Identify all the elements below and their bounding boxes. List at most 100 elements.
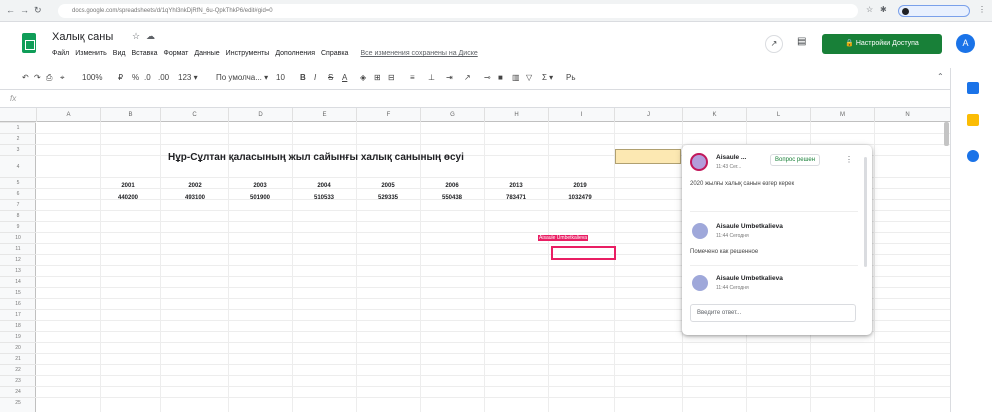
population-cell[interactable]: 510533 — [294, 195, 354, 201]
column-header[interactable]: I — [548, 108, 614, 122]
activity-dashboard-icon[interactable]: ↗ — [765, 35, 783, 53]
commented-cell[interactable] — [615, 149, 681, 164]
row-header[interactable]: 12 — [0, 254, 36, 265]
insert-link-icon[interactable]: ⊸ — [484, 73, 491, 82]
calendar-icon[interactable] — [967, 82, 979, 94]
menu-addons[interactable]: Дополнения — [275, 50, 315, 57]
menu-view[interactable]: Вид — [113, 50, 126, 57]
last-edit-link[interactable]: Все изменения сохранены на Диске — [360, 50, 477, 57]
year-cell[interactable]: 2001 — [98, 183, 158, 189]
browser-profile-button[interactable] — [898, 5, 970, 17]
merge-cells-icon[interactable]: ⊟ — [388, 73, 395, 82]
menu-data[interactable]: Данные — [194, 50, 219, 57]
paint-format-icon[interactable]: ⌖ — [60, 73, 65, 83]
text-color-button[interactable]: A — [342, 73, 347, 82]
column-header[interactable]: E — [292, 108, 356, 122]
print-icon[interactable]: ⎙ — [46, 73, 52, 83]
row-header[interactable]: 2 — [0, 133, 36, 144]
redo-icon[interactable]: ↷ — [34, 73, 41, 82]
population-cell[interactable]: 440200 — [98, 195, 158, 201]
address-bar[interactable]: docs.google.com/spreadsheets/d/1qYhl3nkD… — [58, 4, 858, 18]
tasks-icon[interactable] — [967, 150, 979, 162]
bookmark-star-icon[interactable]: ☆ — [866, 5, 873, 14]
currency-format-button[interactable]: ₽ — [118, 73, 123, 82]
population-cell[interactable]: 493100 — [165, 195, 225, 201]
row-header[interactable]: 5 — [0, 177, 36, 188]
column-header[interactable]: C — [160, 108, 228, 122]
row-header[interactable]: 9 — [0, 221, 36, 232]
share-button[interactable]: 🔒 Настройки Доступа — [822, 34, 942, 54]
increase-decimal-button[interactable]: .00 — [158, 73, 169, 82]
cloud-status-icon[interactable]: ☁ — [146, 31, 155, 42]
population-cell[interactable]: 529335 — [358, 195, 418, 201]
row-header[interactable]: 15 — [0, 287, 36, 298]
zoom-select[interactable]: 100% — [82, 73, 102, 82]
year-cell[interactable]: 2019 — [550, 183, 610, 189]
column-header[interactable]: L — [746, 108, 810, 122]
functions-button[interactable]: Σ ▾ — [542, 73, 553, 82]
reload-icon[interactable]: ↻ — [34, 5, 42, 16]
row-header[interactable]: 16 — [0, 298, 36, 309]
row-header[interactable]: 4 — [0, 155, 36, 177]
population-cell[interactable]: 783471 — [486, 195, 546, 201]
extension-icon[interactable]: ✱ — [880, 5, 887, 14]
filter-icon[interactable]: ▽ — [526, 73, 532, 82]
text-wrap-icon[interactable]: ⇥ — [446, 73, 453, 82]
star-icon[interactable]: ☆ — [132, 31, 140, 42]
row-header[interactable]: 21 — [0, 353, 36, 364]
row-header[interactable]: 1 — [0, 122, 36, 133]
document-title[interactable]: Халық саны — [52, 31, 113, 43]
row-header[interactable]: 17 — [0, 309, 36, 320]
row-header[interactable]: 20 — [0, 342, 36, 353]
row-header[interactable]: 8 — [0, 210, 36, 221]
population-cell[interactable]: 1032479 — [550, 195, 610, 201]
formula-bar[interactable]: fx — [0, 90, 950, 108]
column-header[interactable]: M — [810, 108, 874, 122]
number-format-select[interactable]: 123 ▾ — [178, 73, 198, 82]
account-avatar[interactable]: A — [956, 34, 975, 53]
horizontal-align-icon[interactable]: ≡ — [410, 73, 415, 82]
row-header[interactable]: 24 — [0, 386, 36, 397]
insert-chart-icon[interactable]: ▥ — [512, 73, 520, 82]
year-cell[interactable]: 2005 — [358, 183, 418, 189]
text-rotate-icon[interactable]: ↗ — [464, 73, 471, 82]
sheet-title-cell[interactable]: Нұр-Сұлтан қаласының жыл сайынғы халық с… — [168, 152, 464, 163]
column-header[interactable]: H — [484, 108, 548, 122]
column-header[interactable]: G — [420, 108, 484, 122]
comment-icon[interactable]: ▤ — [797, 36, 806, 47]
reply-input[interactable]: Введите ответ... — [690, 304, 856, 322]
italic-button[interactable]: I — [314, 73, 316, 82]
row-header[interactable]: 18 — [0, 320, 36, 331]
borders-icon[interactable]: ⊞ — [374, 73, 381, 82]
fill-color-icon[interactable]: ◈ — [360, 73, 366, 82]
insert-comment-icon[interactable]: ■ — [498, 73, 503, 82]
select-all-corner[interactable] — [0, 108, 36, 122]
font-select[interactable]: По умолча... ▾ — [216, 73, 268, 82]
row-header[interactable]: 11 — [0, 243, 36, 254]
menu-format[interactable]: Формат — [164, 50, 189, 57]
year-cell[interactable]: 2004 — [294, 183, 354, 189]
menu-file[interactable]: Файл — [52, 50, 69, 57]
arrow-left-icon[interactable]: ← — [6, 5, 15, 15]
population-cell[interactable]: 501900 — [230, 195, 290, 201]
browser-menu-icon[interactable]: ⋮ — [978, 5, 986, 14]
column-header[interactable]: A — [36, 108, 100, 122]
more-options-icon[interactable]: ⋮ — [845, 155, 853, 164]
column-header[interactable]: J — [614, 108, 682, 122]
column-header[interactable]: D — [228, 108, 292, 122]
keep-icon[interactable] — [967, 114, 979, 126]
population-cell[interactable]: 550438 — [422, 195, 482, 201]
row-header[interactable]: 10 — [0, 232, 36, 243]
menu-insert[interactable]: Вставка — [131, 50, 157, 57]
percent-format-button[interactable]: % — [132, 73, 139, 82]
menu-edit[interactable]: Изменить — [75, 50, 107, 57]
arrow-right-icon[interactable]: → — [20, 5, 29, 15]
row-header[interactable]: 25 — [0, 397, 36, 408]
column-header[interactable]: B — [100, 108, 160, 122]
decrease-decimal-button[interactable]: .0 — [144, 73, 151, 82]
row-header[interactable]: 23 — [0, 375, 36, 386]
sheets-logo-icon[interactable] — [22, 33, 36, 53]
vertical-scrollbar[interactable] — [944, 122, 949, 146]
vertical-align-icon[interactable]: ⊥ — [428, 73, 435, 82]
row-header[interactable]: 6 — [0, 188, 36, 199]
